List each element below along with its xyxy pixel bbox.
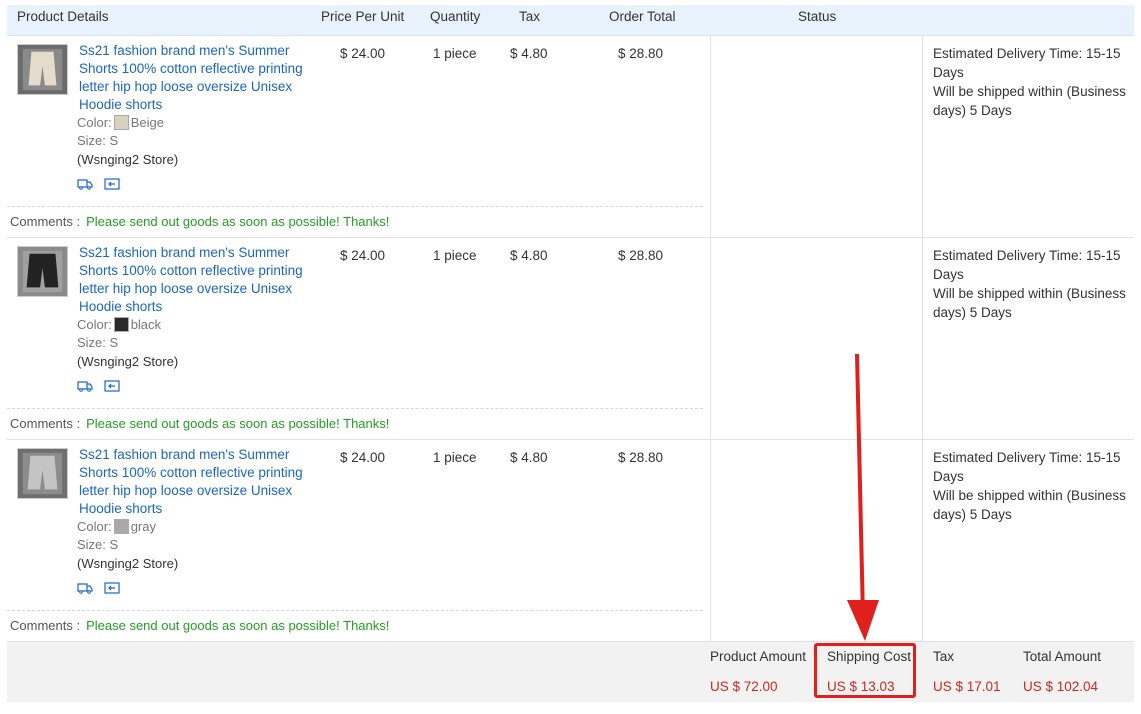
comments-label: Comments : [10, 214, 81, 229]
color-label: Color: [77, 115, 112, 130]
color-value: black [130, 317, 162, 332]
tax-value: US $ 17.01 [933, 679, 1001, 694]
product-size: Size: S [77, 133, 118, 148]
product-size: Size: S [77, 537, 118, 552]
status-text: Estimated Delivery Time: 15-15 Days Will… [933, 448, 1128, 524]
color-swatch [113, 317, 129, 332]
tax-label: Tax [933, 649, 955, 664]
price-per-unit: $ 24.00 [340, 248, 386, 263]
product-thumbnail[interactable] [17, 44, 68, 95]
price-per-unit: $ 24.00 [340, 450, 386, 465]
product-size: Size: S [77, 335, 118, 350]
store-name: (Wsnging2 Store) [77, 556, 179, 571]
status-value: Estimated Delivery Time: 15-15 Days Will… [933, 450, 1126, 522]
store-name: (Wsnging2 Store) [77, 152, 179, 167]
return-icon[interactable] [104, 380, 120, 392]
order-total: $ 28.80 [618, 450, 664, 465]
tax: $ 4.80 [510, 450, 548, 465]
shipping-truck-icon[interactable] [77, 582, 93, 594]
status-text: Estimated Delivery Time: 15-15 Days Will… [933, 246, 1128, 322]
size-label: Size: [77, 133, 106, 148]
quantity: 1 piece [433, 450, 477, 465]
col-tax: Tax [519, 9, 541, 24]
product-color: Color: gray [77, 519, 156, 534]
size-value: S [109, 335, 119, 350]
product-thumbnail[interactable] [17, 448, 68, 499]
divider [710, 238, 711, 439]
comments-label: Comments : [10, 618, 81, 633]
color-value: Beige [130, 115, 164, 130]
col-quantity: Quantity [430, 9, 481, 24]
color-label: Color: [77, 317, 112, 332]
product-amount-label: Product Amount [710, 649, 807, 664]
product-thumbnail[interactable] [17, 246, 68, 297]
table-header: Product Details Price Per Unit Quantity … [7, 5, 1134, 36]
comments: Comments : Please send out goods as soon … [7, 610, 703, 633]
comments: Comments : Please send out goods as soon … [7, 206, 703, 229]
order-total: $ 28.80 [618, 248, 664, 263]
status-value: Estimated Delivery Time: 15-15 Days Will… [933, 46, 1126, 118]
col-product-details: Product Details [17, 9, 109, 24]
total-amount-label: Total Amount [1023, 649, 1102, 664]
size-value: S [109, 537, 119, 552]
item-action-icons [77, 380, 127, 395]
divider [922, 440, 923, 641]
comment-text: Please send out goods as soon as possibl… [86, 416, 390, 431]
color-swatch [113, 519, 129, 534]
color-value: gray [130, 519, 156, 534]
order-item-row: Ss21 fashion brand men's Summer Shorts 1… [7, 440, 1134, 642]
tax: $ 4.80 [510, 248, 548, 263]
comments: Comments : Please send out goods as soon … [7, 408, 703, 431]
return-icon[interactable] [104, 178, 120, 190]
shipping-truck-icon[interactable] [77, 380, 93, 392]
quantity: 1 piece [433, 46, 477, 61]
product-amount-value: US $ 72.00 [710, 679, 778, 694]
col-order-total: Order Total [609, 9, 676, 24]
product-color: Color: Beige [77, 115, 164, 130]
size-label: Size: [77, 335, 106, 350]
price-per-unit: $ 24.00 [340, 46, 386, 61]
divider [710, 440, 711, 641]
col-price-per-unit: Price Per Unit [321, 9, 405, 24]
order-summary: Product Amount US $ 72.00 Shipping Cost … [7, 642, 1134, 702]
quantity: 1 piece [433, 248, 477, 263]
divider [710, 36, 711, 237]
total-amount-value: US $ 102.04 [1023, 679, 1099, 694]
col-status: Status [798, 9, 837, 24]
divider [922, 36, 923, 237]
store-name: (Wsnging2 Store) [77, 354, 179, 369]
product-title-link[interactable]: Ss21 fashion brand men's Summer Shorts 1… [79, 42, 309, 114]
comment-text: Please send out goods as soon as possibl… [86, 618, 390, 633]
order-total: $ 28.80 [618, 46, 664, 61]
product-color: Color: black [77, 317, 161, 332]
order-item-row: Ss21 fashion brand men's Summer Shorts 1… [7, 238, 1134, 440]
size-label: Size: [77, 537, 106, 552]
color-swatch [113, 115, 129, 130]
shipping-truck-icon[interactable] [77, 178, 93, 190]
shipping-cost-highlight-box [814, 643, 916, 698]
order-item-row: Ss21 fashion brand men's Summer Shorts 1… [7, 36, 1134, 238]
color-label: Color: [77, 519, 112, 534]
product-title-link[interactable]: Ss21 fashion brand men's Summer Shorts 1… [79, 446, 309, 518]
status-text: Estimated Delivery Time: 15-15 Days Will… [933, 44, 1128, 120]
tax: $ 4.80 [510, 46, 548, 61]
item-action-icons [77, 178, 127, 193]
comment-text: Please send out goods as soon as possibl… [86, 214, 390, 229]
status-value: Estimated Delivery Time: 15-15 Days Will… [933, 248, 1126, 320]
return-icon[interactable] [104, 582, 120, 594]
size-value: S [109, 133, 119, 148]
divider [922, 238, 923, 439]
item-action-icons [77, 582, 127, 597]
product-title-link[interactable]: Ss21 fashion brand men's Summer Shorts 1… [79, 244, 309, 316]
comments-label: Comments : [10, 416, 81, 431]
